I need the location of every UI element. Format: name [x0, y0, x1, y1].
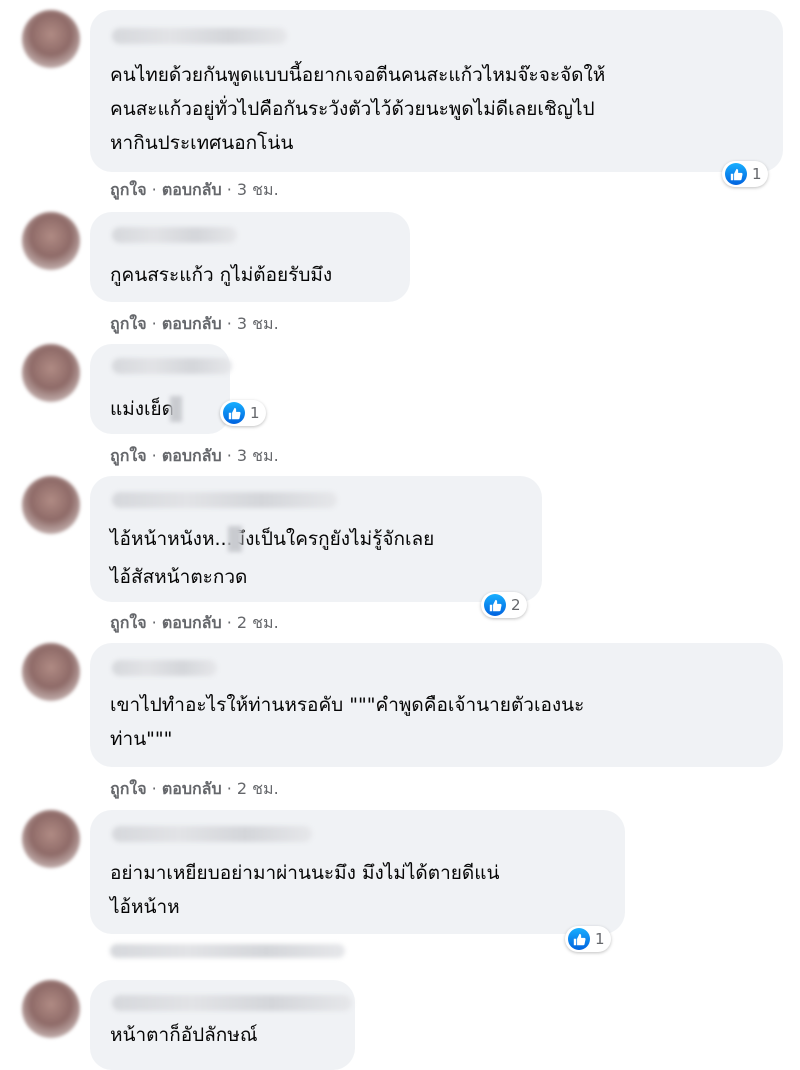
like-link[interactable]: ถูกใจ [110, 779, 147, 798]
avatar[interactable] [22, 10, 80, 68]
comment-text-line: ไอ้หน้าห [110, 896, 180, 918]
censor-blur [170, 396, 182, 422]
separator: · [221, 180, 237, 199]
thumbs-up-icon [223, 402, 245, 424]
author-name-blurred[interactable] [112, 28, 287, 44]
comment-actions: ถูกใจ · ตอบกลับ · 3 ชม. [110, 178, 279, 203]
author-name-blurred[interactable] [112, 660, 217, 676]
avatar[interactable] [22, 212, 80, 270]
reaction-count-number: 1 [752, 165, 762, 183]
comment-text-line: คนสะแก้วอยู่ทั่วไปคือกันระวังตัวไว้ด้วยน… [110, 98, 595, 120]
comment-text-line: คนไทยด้วยกันพูดแบบนี้อยากเจอตีนคนสะแก้วไ… [110, 64, 606, 86]
avatar[interactable] [22, 476, 80, 534]
author-name-blurred[interactable] [112, 826, 312, 842]
reaction-count[interactable]: 1 [722, 161, 768, 187]
author-name-blurred[interactable] [112, 227, 237, 243]
separator: · [221, 613, 237, 632]
avatar[interactable] [22, 980, 80, 1038]
thumbs-up-icon [484, 594, 506, 616]
comment-text-line: ท่าน""" [110, 728, 173, 750]
like-link[interactable]: ถูกใจ [110, 446, 147, 465]
separator: · [221, 446, 237, 465]
author-name-blurred[interactable] [112, 358, 232, 374]
comment-actions: ถูกใจ · ตอบกลับ · 2 ชม. [110, 611, 279, 636]
comment-actions: ถูกใจ · ตอบกลับ · 2 ชม. [110, 777, 279, 802]
separator: · [221, 779, 237, 798]
censor-blur [228, 526, 242, 552]
avatar[interactable] [22, 643, 80, 701]
avatar[interactable] [22, 344, 80, 402]
reaction-count[interactable]: 2 [481, 592, 527, 618]
comment-text-line: หน้าตาก็อัปลักษณ์ [110, 1024, 258, 1046]
reply-link[interactable]: ตอบกลับ [162, 314, 222, 333]
reply-link[interactable]: ตอบกลับ [162, 613, 222, 632]
comment-text-line: เขาไปทำอะไรให้ท่านหรอคับ """คำพูดคือเจ้า… [110, 694, 585, 716]
reply-link[interactable]: ตอบกลับ [162, 779, 222, 798]
comment-actions-blurred [110, 944, 345, 958]
timestamp[interactable]: 2 ชม. [237, 613, 279, 632]
reply-link[interactable]: ตอบกลับ [162, 180, 222, 199]
timestamp[interactable]: 3 ชม. [237, 446, 279, 465]
separator: · [146, 779, 162, 798]
separator: · [146, 613, 162, 632]
comment-actions: ถูกใจ · ตอบกลับ · 3 ชม. [110, 312, 279, 337]
reply-link[interactable]: ตอบกลับ [162, 446, 222, 465]
comment-text-line: หากินประเทศนอกโน่น [110, 132, 294, 154]
comment-actions: ถูกใจ · ตอบกลับ · 3 ชม. [110, 444, 279, 469]
timestamp[interactable]: 3 ชม. [237, 314, 279, 333]
like-link[interactable]: ถูกใจ [110, 180, 147, 199]
separator: · [146, 446, 162, 465]
reaction-count-number: 1 [250, 404, 260, 422]
author-name-blurred[interactable] [112, 995, 352, 1011]
reaction-count[interactable]: 1 [220, 400, 266, 426]
like-link[interactable]: ถูกใจ [110, 613, 147, 632]
reaction-count-number: 1 [595, 930, 605, 948]
comment-text-line: ไอ้หน้าหนังห...มึงเป็นใครกูยังไม่รู้จักเ… [110, 528, 435, 550]
thumbs-up-icon [725, 163, 747, 185]
comment-text-line: แม่งเย็ด [110, 398, 175, 420]
avatar[interactable] [22, 810, 80, 868]
comment-text-line: กูคนสระแก้ว กูไม่ต้อยรับมึง [110, 264, 333, 286]
reaction-count[interactable]: 1 [565, 926, 611, 952]
comment-text-line: อย่ามาเหยียบอย่ามาผ่านนะมึง มึงไม่ได้ตาย… [110, 862, 500, 884]
timestamp[interactable]: 3 ชม. [237, 180, 279, 199]
separator: · [146, 180, 162, 199]
separator: · [146, 314, 162, 333]
author-name-blurred[interactable] [112, 492, 337, 508]
separator: · [221, 314, 237, 333]
comment-text-line: ไอ้สัสหน้าตะกวด [110, 566, 248, 588]
like-link[interactable]: ถูกใจ [110, 314, 147, 333]
timestamp[interactable]: 2 ชม. [237, 779, 279, 798]
thumbs-up-icon [568, 928, 590, 950]
reaction-count-number: 2 [511, 596, 521, 614]
